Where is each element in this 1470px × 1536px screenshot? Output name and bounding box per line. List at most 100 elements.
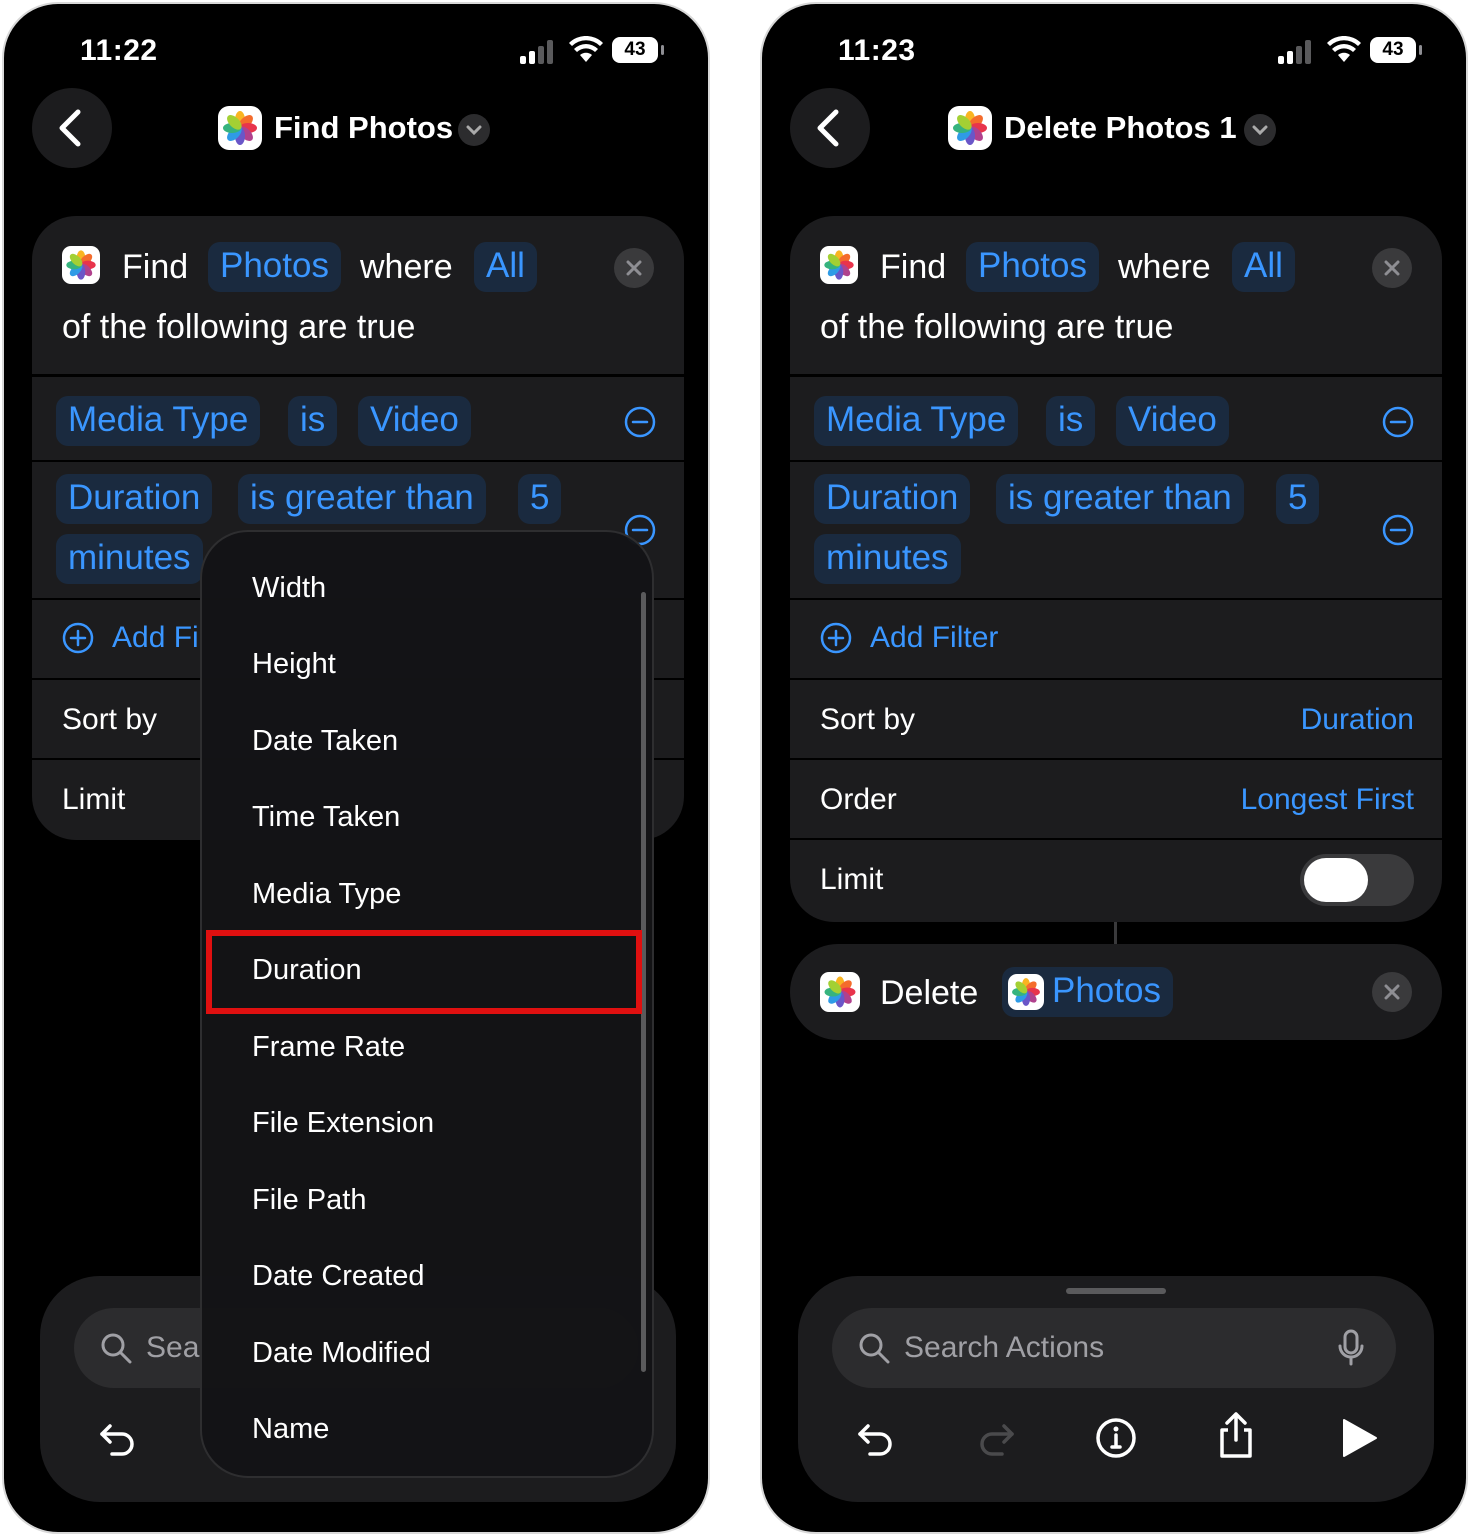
search-placeholder: Sea xyxy=(146,1331,200,1364)
filter1-field-token[interactable]: Media Type xyxy=(814,396,1019,446)
search-icon xyxy=(101,1333,132,1364)
filter2-value-token[interactable]: 5 xyxy=(1276,474,1320,524)
sheet-grabber[interactable] xyxy=(1066,1288,1166,1294)
bottom-toolbar: Search Actions xyxy=(798,1276,1434,1502)
menu-item-date-modified[interactable]: Date Modified xyxy=(252,1335,431,1371)
divider xyxy=(32,374,684,377)
where-label: where xyxy=(1118,248,1211,286)
search-placeholder: Search Actions xyxy=(904,1331,1105,1364)
limit-label: Limit xyxy=(820,863,884,896)
left-phone-screen: 11:22 43 Find Photos Find Photos where A… xyxy=(2,2,710,1534)
filter2-op-token[interactable]: is greater than xyxy=(996,474,1244,524)
delete-photos-action-card: Delete Photos xyxy=(790,944,1442,1040)
search-actions-field[interactable]: Search Actions xyxy=(832,1308,1396,1388)
remove-action-button[interactable] xyxy=(1372,248,1412,288)
find-photos-action-card: Find Photos where All of the following a… xyxy=(790,216,1442,922)
menu-item-duration[interactable]: Duration xyxy=(252,952,362,988)
status-time: 11:22 xyxy=(80,34,158,67)
menu-item-date-taken[interactable]: Date Taken xyxy=(252,723,398,759)
filter2-op-token[interactable]: is greater than xyxy=(238,474,486,524)
action-connector xyxy=(1114,922,1117,944)
filter1-field-token[interactable]: Media Type xyxy=(56,396,261,446)
add-filter-icon[interactable] xyxy=(62,622,94,654)
remove-filter-icon[interactable] xyxy=(1382,514,1414,546)
all-token[interactable]: All xyxy=(1232,242,1295,292)
menu-item-height[interactable]: Height xyxy=(252,646,336,682)
filter1-op-token[interactable]: is xyxy=(288,396,338,446)
filter2-field-token[interactable]: Duration xyxy=(56,474,213,524)
battery-icon: 43 xyxy=(612,37,664,63)
search-icon xyxy=(859,1333,890,1364)
menu-item-time-taken[interactable]: Time Taken xyxy=(252,799,400,835)
photos-app-icon xyxy=(1008,974,1044,1010)
title-menu-button[interactable] xyxy=(458,114,490,146)
chevron-down-icon xyxy=(466,125,482,136)
add-filter-button[interactable]: Add Filter xyxy=(870,620,998,656)
where-label: where xyxy=(360,248,453,286)
menu-item-file-path[interactable]: File Path xyxy=(252,1182,366,1218)
cellular-signal-icon xyxy=(1278,40,1318,64)
menu-item-file-extension[interactable]: File Extension xyxy=(252,1105,434,1141)
sort-by-dropdown-menu: Width Height Date Taken Time Taken Media… xyxy=(200,530,654,1478)
remove-filter-icon[interactable] xyxy=(624,406,656,438)
close-icon xyxy=(1384,984,1400,1000)
divider xyxy=(790,838,1442,840)
status-time: 11:23 xyxy=(838,34,916,67)
photos-token[interactable]: Photos xyxy=(966,242,1099,292)
photos-token[interactable]: Photos xyxy=(208,242,341,292)
order-value[interactable]: Longest First xyxy=(1241,782,1414,818)
close-icon xyxy=(1384,260,1400,276)
nav-title[interactable]: Delete Photos 1 xyxy=(1004,110,1237,146)
remove-filter-icon[interactable] xyxy=(1382,406,1414,438)
title-menu-button[interactable] xyxy=(1244,114,1276,146)
right-phone-screen: 11:23 43 Delete Photos 1 Find Photos whe… xyxy=(760,2,1468,1534)
menu-item-name[interactable]: Name xyxy=(252,1411,329,1447)
limit-toggle[interactable] xyxy=(1300,854,1414,906)
undo-icon[interactable] xyxy=(854,1416,898,1460)
cellular-signal-icon xyxy=(520,40,560,64)
filter2-unit-token[interactable]: minutes xyxy=(56,534,203,584)
filter2-field-token[interactable]: Duration xyxy=(814,474,971,524)
photos-app-icon xyxy=(820,246,858,284)
wifi-icon xyxy=(569,36,603,62)
all-token[interactable]: All xyxy=(474,242,537,292)
order-label: Order xyxy=(820,783,897,816)
undo-icon[interactable] xyxy=(96,1416,140,1460)
filter1-value-token[interactable]: Video xyxy=(1116,396,1229,446)
remove-action-button[interactable] xyxy=(614,248,654,288)
back-button[interactable] xyxy=(790,88,870,168)
redo-icon[interactable] xyxy=(974,1416,1018,1460)
remove-action-button[interactable] xyxy=(1372,972,1412,1012)
share-icon[interactable] xyxy=(1214,1410,1258,1460)
sort-by-value[interactable]: Duration xyxy=(1301,702,1414,738)
info-icon[interactable] xyxy=(1094,1416,1138,1460)
menu-item-width[interactable]: Width xyxy=(252,570,326,606)
sort-by-label: Sort by xyxy=(62,703,158,736)
limit-label: Limit xyxy=(62,783,126,816)
filter1-value-token[interactable]: Video xyxy=(358,396,471,446)
close-icon xyxy=(626,260,642,276)
microphone-icon[interactable] xyxy=(1336,1328,1366,1368)
find-label: Find xyxy=(122,248,189,286)
divider xyxy=(790,598,1442,600)
filter2-unit-token[interactable]: minutes xyxy=(814,534,961,584)
play-icon[interactable] xyxy=(1336,1416,1380,1460)
photos-variable-label: Photos xyxy=(1052,971,1161,1010)
filter1-op-token[interactable]: is xyxy=(1046,396,1096,446)
add-filter-icon[interactable] xyxy=(820,622,852,654)
back-button[interactable] xyxy=(32,88,112,168)
chevron-left-icon xyxy=(817,109,839,147)
photos-variable-token[interactable]: Photos xyxy=(1002,967,1173,1017)
nav-title[interactable]: Find Photos xyxy=(274,110,453,146)
battery-icon: 43 xyxy=(1370,37,1422,63)
photos-app-icon xyxy=(948,106,992,150)
divider xyxy=(32,460,684,462)
menu-item-frame-rate[interactable]: Frame Rate xyxy=(252,1029,405,1065)
filter2-value-token[interactable]: 5 xyxy=(518,474,562,524)
divider xyxy=(790,758,1442,760)
chevron-left-icon xyxy=(59,109,81,147)
menu-item-date-created[interactable]: Date Created xyxy=(252,1258,425,1294)
following-label: of the following are true xyxy=(820,308,1174,346)
add-filter-button[interactable]: Add Fi xyxy=(112,620,199,656)
menu-item-media-type[interactable]: Media Type xyxy=(252,876,401,912)
